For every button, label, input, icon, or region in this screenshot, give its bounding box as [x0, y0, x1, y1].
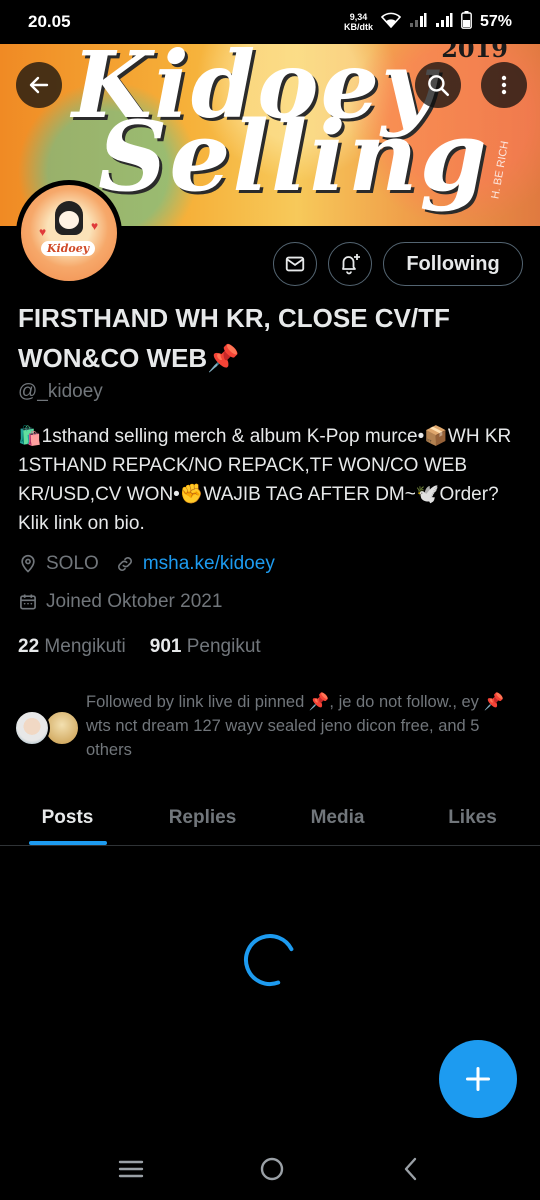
following-label: Mengikuti [44, 636, 126, 657]
profile-meta-joined: Joined Oktober 2021 [18, 591, 222, 613]
following-count: 22 [18, 636, 40, 657]
profile-link[interactable]: msha.ke/kidoey [143, 553, 275, 575]
net-speed: 9,34 KB/dtk [344, 12, 373, 32]
battery-percent: 57% [479, 13, 512, 30]
following-count-link[interactable]: 22 Mengikuti [18, 636, 126, 658]
signal-icon-2 [435, 12, 453, 33]
heart-icon: ♥ [39, 225, 47, 239]
net-speed-unit: KB/dtk [343, 22, 373, 32]
banner-line-2: Selling [98, 100, 489, 213]
status-time: 20.05 [28, 12, 71, 31]
banner-year: 2019 [441, 44, 508, 63]
message-button[interactable] [273, 242, 317, 286]
followers-count: 901 [149, 636, 182, 657]
menu-lines-icon [118, 1160, 143, 1177]
profile-meta-location-link: SOLO msha.ke/kidoey [18, 553, 275, 575]
link-icon [117, 557, 132, 571]
banner-side-text: H. BE RICH [489, 140, 512, 200]
compose-button[interactable] [439, 1040, 517, 1118]
signal-icon [409, 12, 427, 33]
avatar-face [59, 211, 79, 229]
tab-media[interactable]: Media [270, 790, 405, 845]
profile-bio: 🛍️1sthand selling merch & album K-Pop mu… [18, 426, 512, 534]
followed-by-avatars [14, 710, 86, 746]
status-bar: 20.05 9,34 KB/dtk 57% [0, 0, 540, 44]
profile-tabs: Posts Replies Media Likes [0, 790, 540, 846]
status-indicators: 9,34 KB/dtk 57% [344, 10, 512, 34]
profile-joined: Joined Oktober 2021 [46, 591, 223, 612]
wifi-icon [380, 12, 402, 33]
search-button[interactable] [415, 62, 461, 108]
heart-icon: ♥ [91, 219, 99, 233]
loading-spinner [244, 934, 296, 986]
follow-counts: 22 Mengikuti 901 Pengikut [18, 636, 261, 658]
following-button[interactable]: Following [383, 242, 523, 286]
chevron-left-icon [405, 1157, 417, 1180]
net-speed-value: 9,34 [349, 12, 368, 22]
system-back-button[interactable] [399, 1155, 423, 1188]
search-icon [428, 75, 450, 97]
tab-posts[interactable]: Posts [0, 790, 135, 845]
back-button[interactable] [16, 62, 62, 108]
tab-likes[interactable]: Likes [405, 790, 540, 845]
more-vertical-icon [501, 75, 507, 95]
calendar-icon [20, 594, 36, 610]
system-nav-bar [0, 1142, 540, 1200]
envelope-icon [285, 256, 305, 272]
bell-plus-icon [342, 254, 360, 275]
home-button[interactable] [258, 1155, 286, 1188]
more-options-button[interactable] [481, 62, 527, 108]
battery-icon [461, 10, 472, 34]
profile-avatar[interactable]: ♥ ♥ Kidoey [16, 180, 122, 286]
circle-home-icon [260, 1157, 284, 1180]
arrow-left-icon [29, 76, 49, 94]
avatar [14, 710, 50, 746]
profile-handle: @_kidoey [18, 381, 103, 402]
recent-apps-button[interactable] [117, 1157, 145, 1186]
followers-label: Pengikut [186, 636, 261, 657]
location-pin-icon [21, 554, 35, 573]
followed-by-text: Followed by link live di pinned 📌, je do… [86, 693, 505, 759]
avatar-image: ♥ ♥ Kidoey [21, 185, 117, 281]
avatar-label: Kidoey [41, 241, 96, 256]
notifications-button[interactable] [328, 242, 372, 286]
plus-icon [465, 1066, 491, 1092]
profile-name: FIRSTHAND WH KR, CLOSE CV/TF WON&CO WEB📌 [18, 303, 450, 373]
profile-location: SOLO [46, 553, 99, 574]
followers-count-link[interactable]: 901 Pengikut [150, 636, 261, 658]
tab-replies[interactable]: Replies [135, 790, 270, 845]
